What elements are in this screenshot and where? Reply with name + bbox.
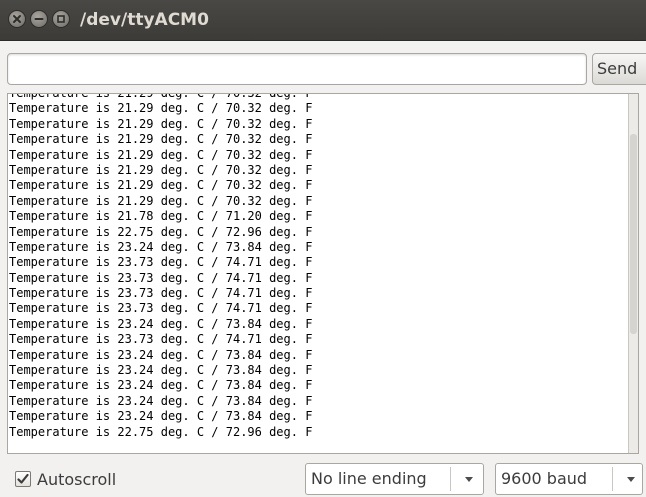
output-line: Temperature is 23.24 deg. C / 73.84 deg.… xyxy=(9,363,313,378)
output-line: Temperature is 21.29 deg. C / 70.32 deg.… xyxy=(9,162,313,177)
output-line: Temperature is 21.29 deg. C / 70.32 deg.… xyxy=(9,178,313,193)
output-line: Temperature is 21.29 deg. C / 70.32 deg.… xyxy=(9,132,313,147)
output-line: Temperature is 22.75 deg. C / 72.96 deg.… xyxy=(9,424,313,439)
output-line: Temperature is 21.78 deg. C / 71.20 deg.… xyxy=(9,209,313,224)
combo-divider xyxy=(612,467,613,491)
serial-monitor-window: /dev/ttyACM0 Send Temperature is 21.29 d… xyxy=(0,0,646,497)
autoscroll-label: Autoscroll xyxy=(37,469,117,489)
output-line: Temperature is 21.29 deg. C / 70.32 deg.… xyxy=(9,147,313,162)
minimize-icon xyxy=(34,18,44,20)
output-line: Temperature is 23.24 deg. C / 73.84 deg.… xyxy=(9,409,313,424)
output-line: Temperature is 23.24 deg. C / 73.84 deg.… xyxy=(9,393,313,408)
maximize-icon xyxy=(57,15,65,23)
output-line: Temperature is 22.75 deg. C / 72.96 deg.… xyxy=(9,224,313,239)
autoscroll-checkbox[interactable] xyxy=(15,471,31,487)
line-ending-value: No line ending xyxy=(311,469,427,488)
close-icon xyxy=(13,15,21,23)
combo-divider xyxy=(450,467,451,491)
chevron-down-icon[interactable] xyxy=(454,464,484,494)
send-input[interactable] xyxy=(7,53,587,85)
output-line: Temperature is 23.73 deg. C / 74.71 deg.… xyxy=(9,286,313,301)
send-button[interactable]: Send xyxy=(592,53,646,85)
output-line: Temperature is 23.24 deg. C / 73.84 deg.… xyxy=(9,316,313,331)
output-line: Temperature is 23.73 deg. C / 74.71 deg.… xyxy=(9,301,313,316)
output-line: Temperature is 21.29 deg. C / 70.32 deg.… xyxy=(9,116,313,131)
vertical-scrollbar[interactable] xyxy=(628,94,638,453)
minimize-button[interactable] xyxy=(30,10,48,28)
chevron-down-icon[interactable] xyxy=(616,464,646,494)
window-title: /dev/ttyACM0 xyxy=(80,10,209,30)
output-line: Temperature is 21.29 deg. C / 70.32 deg.… xyxy=(9,193,313,208)
maximize-button[interactable] xyxy=(52,10,70,28)
scrollbar-thumb[interactable] xyxy=(630,134,637,334)
output-lines: Temperature is 21.29 deg. C / 70.32 deg.… xyxy=(9,93,313,440)
autoscroll-toggle[interactable]: Autoscroll xyxy=(15,468,116,490)
line-ending-select[interactable]: No line ending xyxy=(305,463,484,495)
baud-rate-value: 9600 baud xyxy=(501,469,588,488)
output-line: Temperature is 21.29 deg. C / 70.32 deg.… xyxy=(9,101,313,116)
output-line: Temperature is 21.29 deg. C / 70.32 deg.… xyxy=(9,93,313,100)
output-line: Temperature is 23.73 deg. C / 74.71 deg.… xyxy=(9,332,313,347)
output-line: Temperature is 23.73 deg. C / 74.71 deg.… xyxy=(9,255,313,270)
serial-output[interactable]: Temperature is 21.29 deg. C / 70.32 deg.… xyxy=(7,93,639,454)
output-line: Temperature is 23.73 deg. C / 74.71 deg.… xyxy=(9,270,313,285)
checkmark-icon xyxy=(17,473,29,484)
output-line: Temperature is 23.24 deg. C / 73.84 deg.… xyxy=(9,239,313,254)
output-line: Temperature is 23.24 deg. C / 73.84 deg.… xyxy=(9,347,313,362)
title-bar[interactable]: /dev/ttyACM0 xyxy=(0,0,646,41)
close-button[interactable] xyxy=(8,10,26,28)
output-line: Temperature is 23.24 deg. C / 73.84 deg.… xyxy=(9,378,313,393)
baud-rate-select[interactable]: 9600 baud xyxy=(495,463,643,495)
